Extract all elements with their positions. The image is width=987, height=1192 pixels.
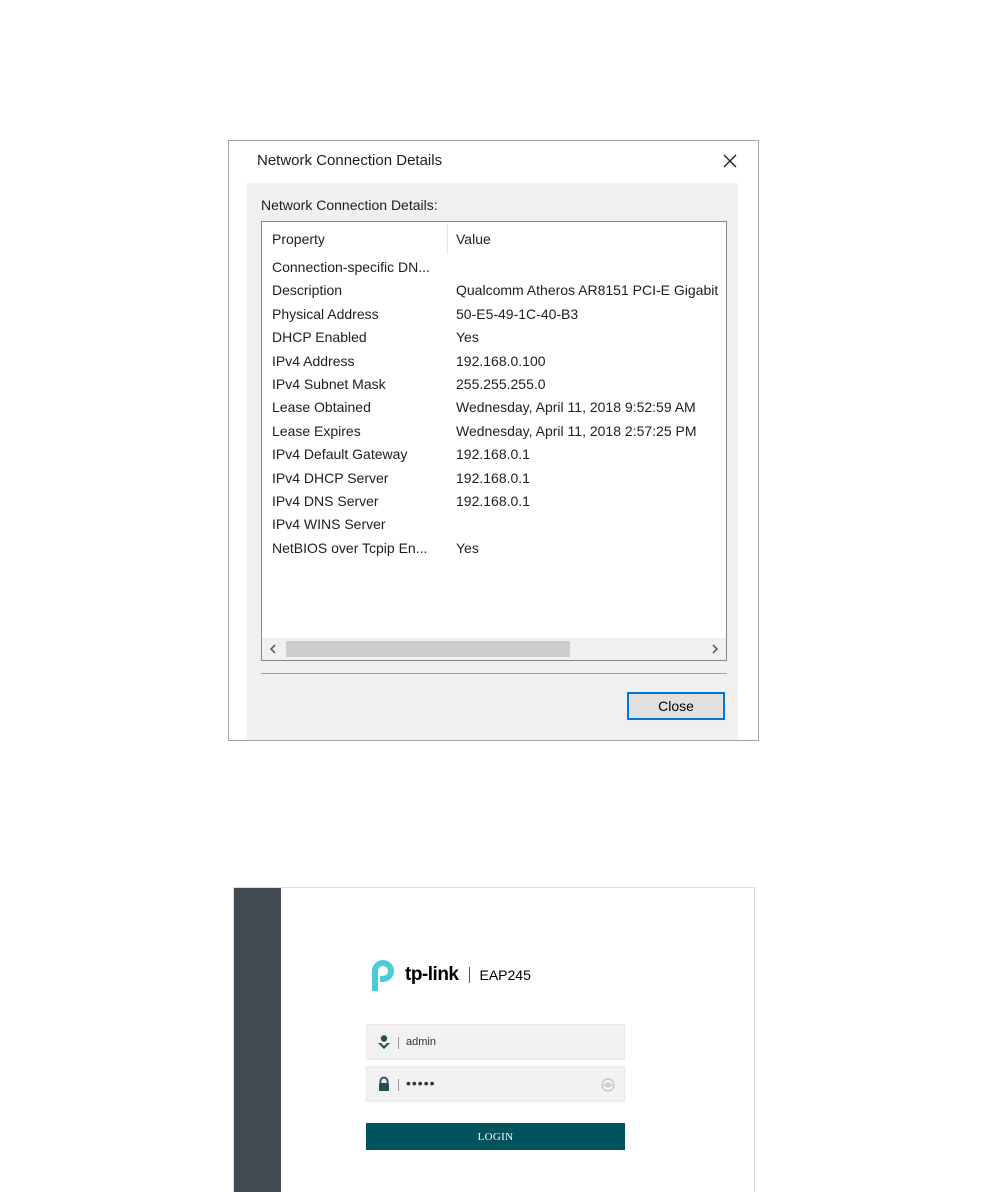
row-property: IPv4 DHCP Server xyxy=(272,469,389,486)
device-model: EAP245 xyxy=(479,967,531,983)
row-value: Yes xyxy=(456,539,479,556)
table-row[interactable]: Lease Expires Wednesday, April 11, 2018 2… xyxy=(262,420,726,443)
row-value: Qualcomm Atheros AR8151 PCI-E Gigabit xyxy=(456,282,719,299)
details-list-view[interactable]: Property Value Connection-specific DN...… xyxy=(261,221,727,661)
row-value: 192.168.0.1 xyxy=(456,492,530,509)
table-row[interactable]: Physical Address 50-E5-49-1C-40-B3 xyxy=(262,303,726,326)
eye-icon[interactable] xyxy=(601,1078,615,1092)
lock-icon xyxy=(379,1076,389,1091)
table-row[interactable]: IPv4 DHCP Server 192.168.0.1 xyxy=(262,467,726,490)
table-row[interactable]: IPv4 DNS Server 192.168.0.1 xyxy=(262,490,726,513)
close-button[interactable]: Close xyxy=(627,692,725,720)
brand-name: tp-link xyxy=(405,964,459,985)
row-property: IPv4 WINS Server xyxy=(272,516,386,533)
table-row[interactable]: Description Qualcomm Atheros AR8151 PCI-E… xyxy=(262,279,726,302)
row-value: Wednesday, April 11, 2018 9:52:59 AM xyxy=(456,399,696,416)
dialog-close-icon[interactable] xyxy=(716,147,744,175)
column-header-value[interactable]: Value xyxy=(456,231,491,247)
row-value: 192.168.0.1 xyxy=(456,469,530,486)
row-property: IPv4 DNS Server xyxy=(272,492,379,509)
scrollbar-thumb[interactable] xyxy=(286,641,570,657)
row-property: IPv4 Default Gateway xyxy=(272,446,408,463)
dialog-divider xyxy=(261,673,727,674)
row-value: 50-E5-49-1C-40-B3 xyxy=(456,305,579,322)
row-value: Yes xyxy=(456,329,479,346)
column-separator[interactable] xyxy=(447,224,448,254)
row-property: IPv4 Subnet Mask xyxy=(272,375,386,392)
list-rows: Connection-specific DN... Description Qua… xyxy=(262,256,726,560)
column-header-property[interactable]: Property xyxy=(272,231,325,247)
brand-separator xyxy=(468,967,470,983)
table-row[interactable]: IPv4 Subnet Mask 255.255.255.0 xyxy=(262,373,726,396)
field-separator xyxy=(398,1079,399,1091)
details-group-label: Network Connection Details: xyxy=(261,197,438,213)
row-property: IPv4 Address xyxy=(272,352,355,369)
row-property: NetBIOS over Tcpip En... xyxy=(272,539,428,556)
row-value: Wednesday, April 11, 2018 2:57:25 PM xyxy=(456,422,697,439)
password-value: ••••• xyxy=(406,1075,436,1091)
row-property: DHCP Enabled xyxy=(272,329,367,346)
row-property: Description xyxy=(272,282,343,299)
row-property: Lease Obtained xyxy=(272,399,371,416)
table-row[interactable]: Lease Obtained Wednesday, April 11, 2018 … xyxy=(262,396,726,419)
row-value: 192.168.0.1 xyxy=(456,446,530,463)
username-field[interactable]: admin xyxy=(366,1024,625,1060)
dialog-client-area: Network Connection Details: Property Val… xyxy=(247,183,738,740)
table-row[interactable]: IPv4 Default Gateway 192.168.0.1 xyxy=(262,443,726,466)
network-connection-details-dialog: Network Connection Details Network Conne… xyxy=(228,140,759,741)
field-separator xyxy=(398,1037,399,1049)
scroll-left-icon[interactable] xyxy=(262,638,284,660)
dialog-titlebar: Network Connection Details xyxy=(229,141,758,181)
row-property: Connection-specific DN... xyxy=(272,259,430,275)
tp-link-logo-icon xyxy=(372,960,394,991)
scroll-right-icon[interactable] xyxy=(704,638,726,660)
brand-header: tp-link EAP245 xyxy=(366,955,531,995)
table-row[interactable]: DHCP Enabled Yes xyxy=(262,326,726,349)
table-row[interactable]: IPv4 Address 192.168.0.100 xyxy=(262,350,726,373)
username-value: admin xyxy=(406,1036,436,1048)
table-row[interactable]: IPv4 WINS Server xyxy=(262,513,726,536)
table-row[interactable]: Connection-specific DN... xyxy=(262,256,726,279)
dark-sidebar xyxy=(234,888,281,1192)
horizontal-scrollbar[interactable] xyxy=(262,638,726,660)
row-value: 192.168.0.100 xyxy=(456,352,546,369)
login-button[interactable]: LOGIN xyxy=(366,1123,625,1150)
dialog-title: Network Connection Details xyxy=(257,152,443,169)
user-icon xyxy=(378,1035,390,1049)
row-value: 255.255.255.0 xyxy=(456,375,546,392)
row-property: Lease Expires xyxy=(272,422,361,439)
list-header: Property Value xyxy=(262,222,726,256)
row-property: Physical Address xyxy=(272,305,379,322)
table-row[interactable]: NetBIOS over Tcpip En... Yes xyxy=(262,537,726,560)
login-panel: tp-link EAP245 admin ••••• LOGIN xyxy=(233,887,755,1192)
password-field[interactable]: ••••• xyxy=(366,1066,625,1102)
